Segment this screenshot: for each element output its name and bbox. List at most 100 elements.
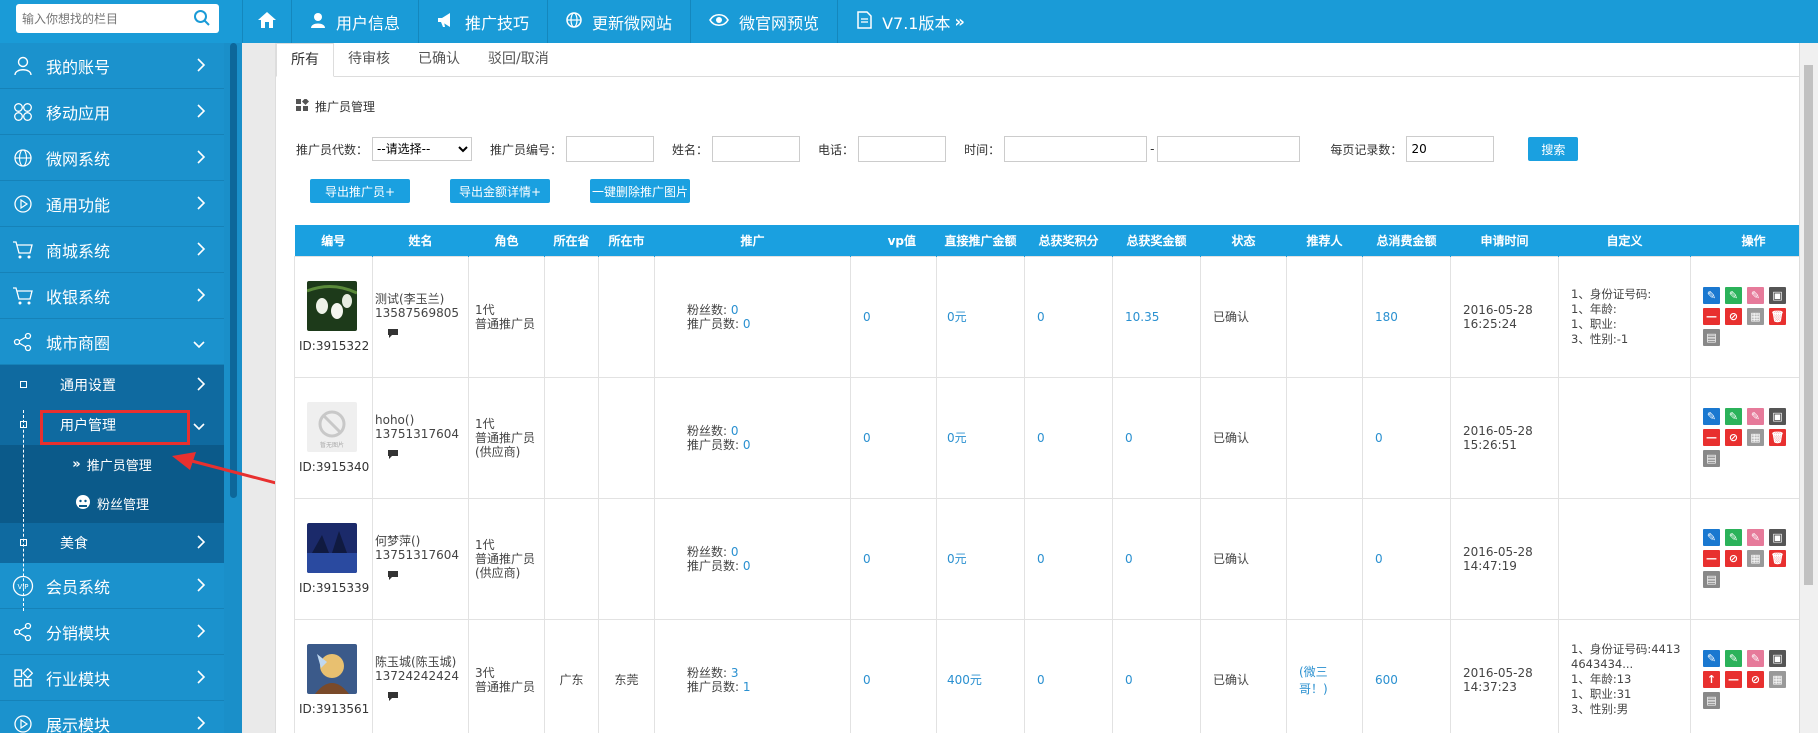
trash-gray-icon[interactable]: ▤ (1703, 692, 1720, 709)
edit-green-icon[interactable]: ✎ (1725, 408, 1742, 425)
page-scroll-thumb[interactable] (1804, 65, 1813, 585)
edit-green-icon[interactable]: ✎ (1725, 287, 1742, 304)
block-icon[interactable]: ⊘ (1747, 671, 1764, 688)
block-icon[interactable]: ⊘ (1725, 308, 1742, 325)
cell-direct-amount[interactable]: 0元 (936, 497, 1025, 620)
nav-update-site[interactable]: 更新微网站 (547, 0, 690, 43)
trash-gray-icon[interactable]: ▤ (1703, 450, 1720, 467)
nav-site-preview[interactable]: 微官网预览 (690, 0, 837, 43)
members-count[interactable]: 0 (743, 317, 751, 331)
cell-award-amount[interactable]: 10.35 (1112, 255, 1201, 378)
minus-icon[interactable]: — (1703, 308, 1720, 325)
cell-consume[interactable]: 0 (1362, 497, 1451, 620)
sidebar-item-mobile-apps[interactable]: 移动应用 (0, 89, 224, 135)
export-promoters-button[interactable]: 导出推广员+ (310, 179, 410, 203)
members-count[interactable]: 0 (743, 559, 751, 573)
phone-input[interactable] (858, 136, 947, 162)
trash-gray-icon[interactable]: ▤ (1703, 329, 1720, 346)
edit-green-icon[interactable]: ✎ (1725, 650, 1742, 667)
cell-direct-amount[interactable]: 0元 (936, 255, 1025, 378)
search-button[interactable]: 搜索 (1528, 137, 1579, 161)
time-end-input[interactable] (1157, 136, 1301, 162)
cell-consume[interactable]: 0 (1362, 376, 1451, 499)
edit-icon[interactable]: ✎ (1703, 408, 1720, 425)
delete-icon[interactable]: 🗑 (1769, 550, 1786, 567)
delete-icon[interactable]: 🗑 (1769, 429, 1786, 446)
delete-images-button[interactable]: 一键删除推广图片 (590, 179, 690, 203)
cell-award-amount[interactable]: 0 (1112, 497, 1201, 620)
name-input[interactable] (712, 136, 801, 162)
block-icon[interactable]: ⊘ (1725, 429, 1742, 446)
fans-count[interactable]: 0 (731, 303, 739, 317)
cell-award-amount[interactable]: 0 (1112, 618, 1201, 733)
tab-all[interactable]: 所有 (276, 43, 334, 77)
sidebar-item-common-functions[interactable]: 通用功能 (0, 181, 224, 227)
chat-icon[interactable] (387, 328, 466, 342)
sidebar-item-city-business[interactable]: 城市商圈 (0, 319, 224, 365)
qrcode-icon[interactable]: ▦ (1769, 671, 1786, 688)
cell-referrer[interactable] (1286, 376, 1363, 499)
qrcode-icon[interactable]: ▦ (1747, 550, 1764, 567)
cell-direct-amount[interactable]: 0元 (936, 376, 1025, 499)
block-icon[interactable]: ⊘ (1725, 550, 1742, 567)
chat-icon[interactable] (387, 570, 466, 584)
cell-referrer[interactable] (1286, 497, 1363, 620)
fans-count[interactable]: 0 (731, 424, 739, 438)
cell-award-amount[interactable]: 0 (1112, 376, 1201, 499)
cell-referrer[interactable]: (微三哥！) (1286, 618, 1363, 733)
cell-referrer[interactable] (1286, 255, 1363, 378)
search-icon[interactable] (193, 9, 211, 30)
sidebar-item-my-account[interactable]: 我的账号 (0, 43, 224, 89)
minus-icon[interactable]: — (1725, 671, 1742, 688)
fans-count[interactable]: 0 (731, 545, 739, 559)
chat-icon[interactable] (387, 449, 466, 463)
tab-confirmed[interactable]: 已确认 (404, 43, 474, 76)
fans-count[interactable]: 3 (731, 666, 739, 680)
search-input[interactable] (16, 4, 186, 33)
promote-up-icon[interactable]: ↑ (1703, 671, 1720, 688)
lock-icon[interactable]: ▣ (1769, 650, 1786, 667)
nav-promo-tips[interactable]: 推广技巧 (418, 0, 547, 43)
sidebar-item-member-system[interactable]: VIP 会员系统 (0, 563, 224, 609)
time-start-input[interactable] (1004, 136, 1148, 162)
sidebar-item-distribution[interactable]: 分销模块 (0, 609, 224, 655)
promoter-number-input[interactable] (566, 136, 655, 162)
members-count[interactable]: 0 (743, 438, 751, 452)
chat-icon[interactable] (387, 691, 466, 705)
edit-pink-icon[interactable]: ✎ (1747, 408, 1764, 425)
edit-icon[interactable]: ✎ (1703, 650, 1720, 667)
cell-consume[interactable]: 600 (1362, 618, 1451, 733)
level-select[interactable]: --请选择-- (372, 137, 473, 161)
qrcode-icon[interactable]: ▦ (1747, 429, 1764, 446)
edit-pink-icon[interactable]: ✎ (1747, 650, 1764, 667)
lock-icon[interactable]: ▣ (1769, 287, 1786, 304)
edit-green-icon[interactable]: ✎ (1725, 529, 1742, 546)
sidebar-item-display[interactable]: 展示模块 (0, 701, 224, 733)
sidebar-item-cashier-system[interactable]: 收银系统 (0, 273, 224, 319)
tab-rejected[interactable]: 驳回/取消 (474, 43, 563, 76)
lock-icon[interactable]: ▣ (1769, 408, 1786, 425)
sidebar-sub-food[interactable]: 美食 (0, 523, 224, 563)
export-amount-button[interactable]: 导出金额详情+ (450, 179, 550, 203)
cell-direct-amount[interactable]: 400元 (936, 618, 1025, 733)
sidebar-item-mall-system[interactable]: 商城系统 (0, 227, 224, 273)
nav-home[interactable] (242, 0, 291, 43)
edit-pink-icon[interactable]: ✎ (1747, 287, 1764, 304)
cell-consume[interactable]: 180 (1362, 255, 1451, 378)
nav-version[interactable]: V7.1版本 » (837, 0, 983, 43)
trash-gray-icon[interactable]: ▤ (1703, 571, 1720, 588)
delete-icon[interactable]: 🗑 (1769, 308, 1786, 325)
members-count[interactable]: 1 (743, 680, 751, 694)
nav-user-info[interactable]: 用户信息 (291, 0, 418, 43)
qrcode-icon[interactable]: ▦ (1747, 308, 1764, 325)
sidebar-sub-general-settings[interactable]: 通用设置 (0, 365, 224, 405)
lock-icon[interactable]: ▣ (1769, 529, 1786, 546)
sidebar-scrollbar[interactable] (230, 43, 237, 498)
edit-pink-icon[interactable]: ✎ (1747, 529, 1764, 546)
sidebar-item-industry[interactable]: 行业模块 (0, 655, 224, 701)
sidebar-item-micro-site[interactable]: 微网系统 (0, 135, 224, 181)
tab-pending[interactable]: 待审核 (334, 43, 404, 76)
minus-icon[interactable]: — (1703, 429, 1720, 446)
edit-icon[interactable]: ✎ (1703, 287, 1720, 304)
edit-icon[interactable]: ✎ (1703, 529, 1720, 546)
